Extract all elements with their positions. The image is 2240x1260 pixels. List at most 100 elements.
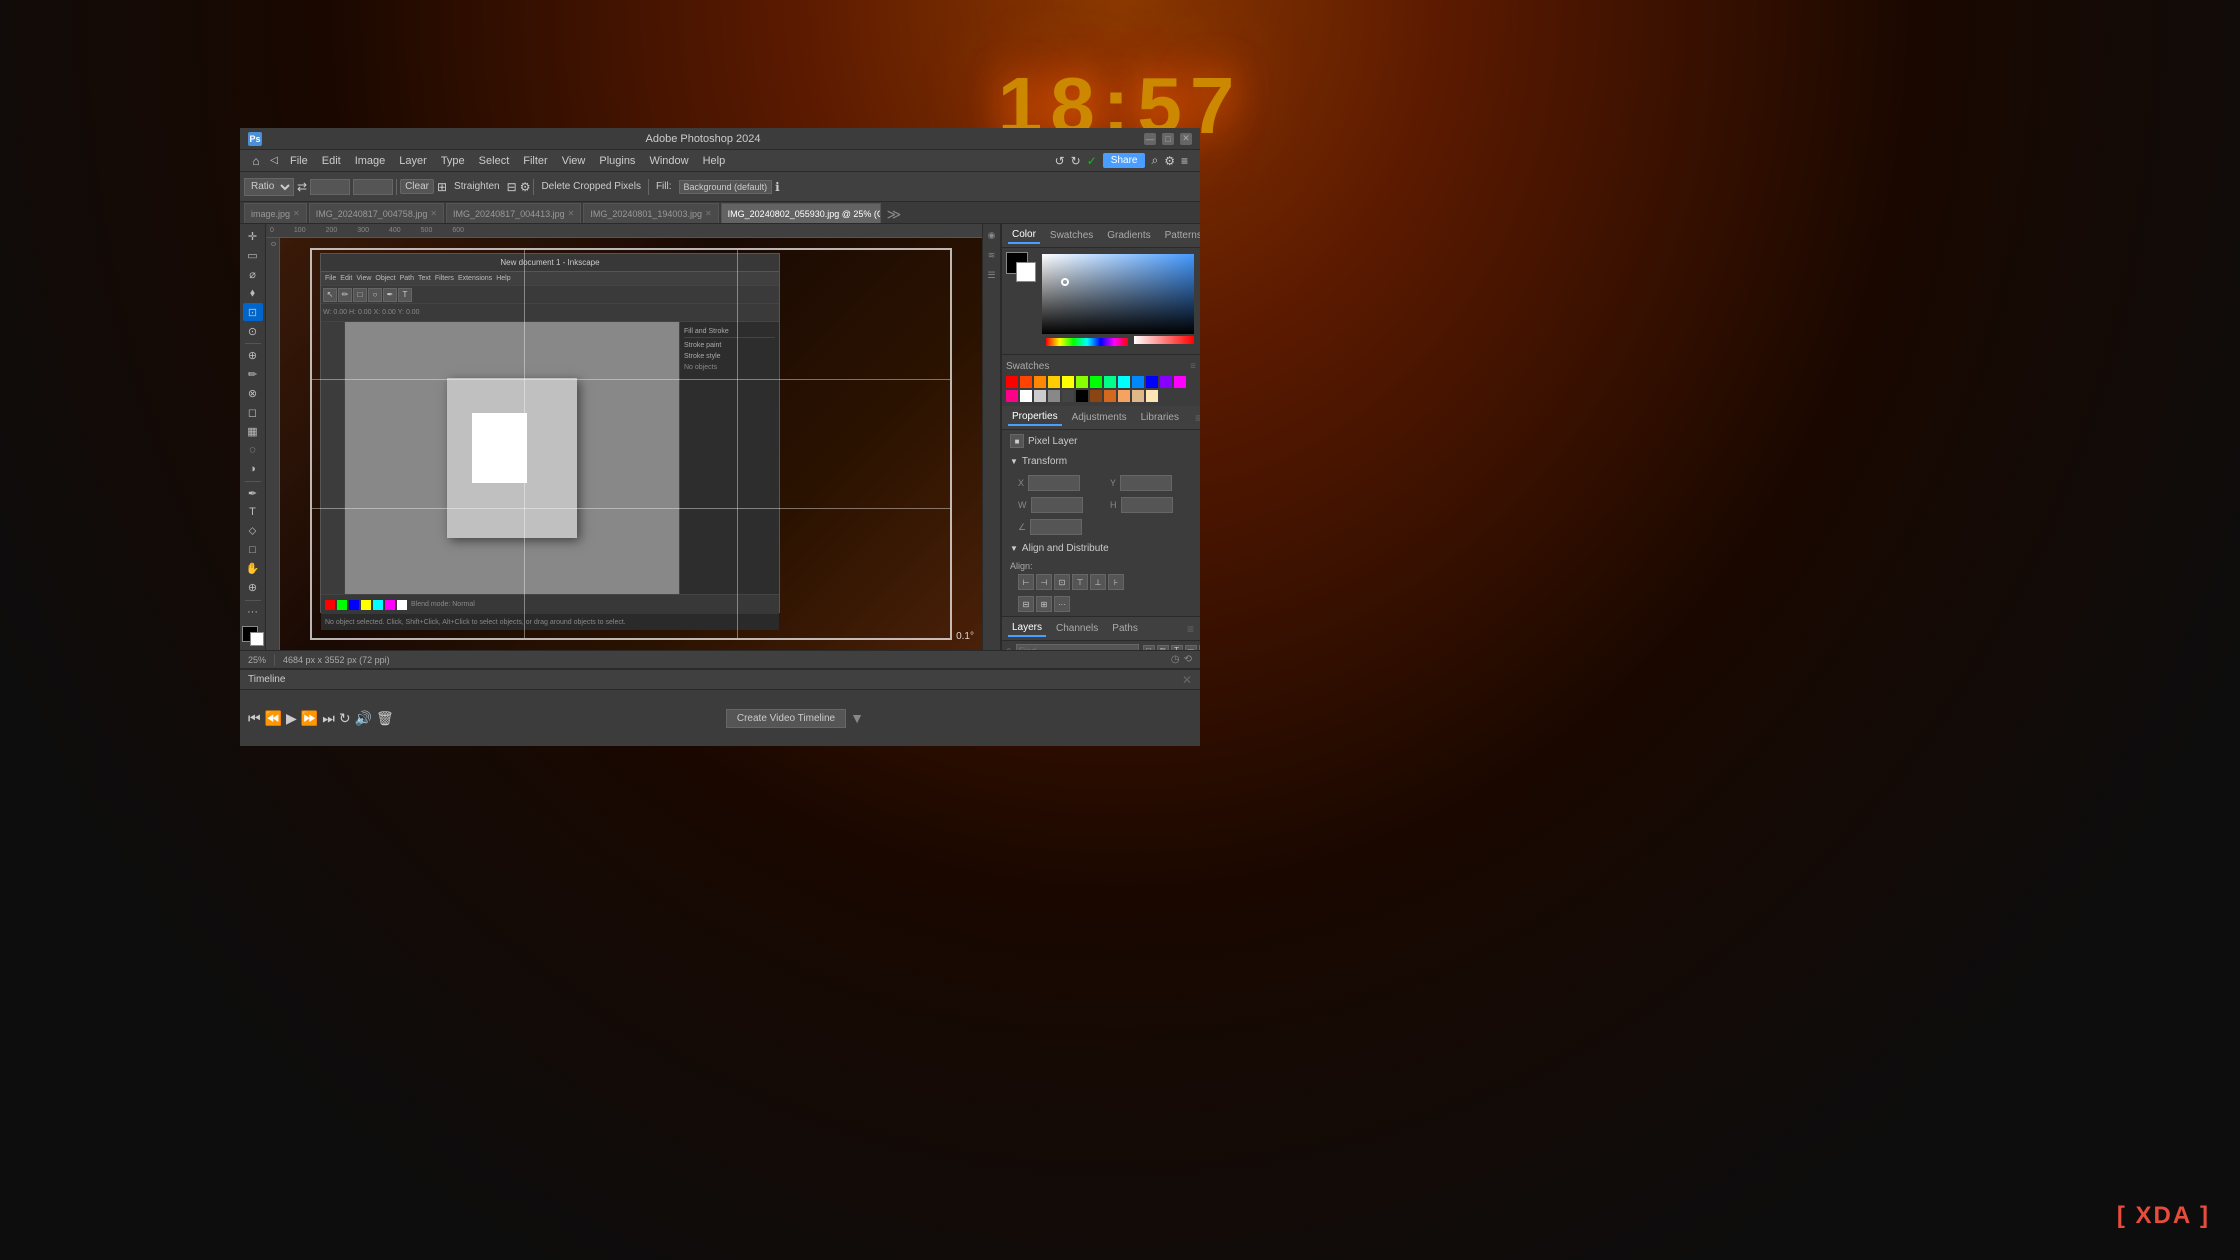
- adjustments-tab[interactable]: Adjustments: [1068, 410, 1131, 425]
- search-icon[interactable]: ⌕: [1151, 153, 1158, 168]
- dist-h[interactable]: ⊟: [1018, 596, 1034, 612]
- dist-v[interactable]: ⊞: [1036, 596, 1052, 612]
- tabs-overflow[interactable]: ≫: [883, 206, 906, 223]
- eraser-tool[interactable]: ◻: [243, 403, 263, 421]
- background-color[interactable]: [250, 632, 264, 646]
- tl-next[interactable]: ⏩: [301, 710, 318, 727]
- swatch-00FF88[interactable]: [1104, 376, 1116, 388]
- create-arrow-icon[interactable]: ▼: [850, 710, 864, 726]
- ratio-w-input[interactable]: [310, 179, 350, 195]
- swatch-88FF00[interactable]: [1076, 376, 1088, 388]
- swatch-00FFFF[interactable]: [1118, 376, 1130, 388]
- paths-tab[interactable]: Paths: [1108, 621, 1142, 636]
- tl-end[interactable]: ⏭: [322, 710, 335, 727]
- tl-delete[interactable]: 🗑: [376, 710, 394, 727]
- menu-type[interactable]: Type: [435, 153, 471, 169]
- more-tools[interactable]: ···: [243, 603, 263, 621]
- magic-wand-tool[interactable]: ⬧: [243, 284, 263, 302]
- menu-image[interactable]: Image: [349, 153, 392, 169]
- more-icon[interactable]: ≡: [1181, 154, 1188, 168]
- layers-tab[interactable]: Layers: [1008, 620, 1046, 637]
- align-center-v[interactable]: ⊥: [1090, 574, 1106, 590]
- crop-tool[interactable]: ⊡: [243, 303, 263, 321]
- swatch-FF4400[interactable]: [1020, 376, 1032, 388]
- tl-play[interactable]: ▶: [286, 710, 297, 727]
- swatch-D2691E[interactable]: [1104, 390, 1116, 402]
- swatch-8B4513[interactable]: [1090, 390, 1102, 402]
- fg-bg-color-area[interactable]: [1006, 252, 1036, 282]
- swatch-FF0000[interactable]: [1006, 376, 1018, 388]
- tab-close-1[interactable]: ✕: [430, 209, 437, 218]
- swatch-FF0088[interactable]: [1006, 390, 1018, 402]
- home-icon[interactable]: ⌂: [248, 153, 264, 169]
- timeline-close[interactable]: ✕: [1182, 673, 1192, 687]
- align-center-h[interactable]: ⊣: [1036, 574, 1052, 590]
- path-select-tool[interactable]: ⬦: [243, 522, 263, 540]
- tab-img1[interactable]: IMG_20240817_004758.jpg ✕: [309, 203, 444, 223]
- menu-window[interactable]: Window: [643, 153, 694, 169]
- tab-image-jpg[interactable]: image.jpg ✕: [244, 203, 307, 223]
- patterns-tab[interactable]: Patterns: [1161, 228, 1200, 243]
- main-canvas[interactable]: New document 1 - Inkscape File Edit View…: [280, 238, 982, 650]
- w-input[interactable]: [1031, 497, 1083, 513]
- align-section-header[interactable]: ▼ Align and Distribute: [1002, 539, 1200, 558]
- zoom-tool[interactable]: ⊕: [243, 579, 263, 597]
- undo-icon[interactable]: ↺: [1055, 154, 1065, 168]
- check-icon[interactable]: ✓: [1087, 154, 1097, 168]
- settings-icon[interactable]: ⚙: [1164, 154, 1175, 168]
- create-timeline-button[interactable]: Create Video Timeline: [726, 709, 846, 728]
- lasso-tool[interactable]: ⌀: [243, 266, 263, 284]
- dist-more[interactable]: ···: [1054, 596, 1070, 612]
- swatch-DEB887[interactable]: [1132, 390, 1144, 402]
- swatch-00FF00[interactable]: [1090, 376, 1102, 388]
- swatch-F4A460[interactable]: [1118, 390, 1130, 402]
- tab-close-2[interactable]: ✕: [568, 209, 575, 218]
- color-picker-dot[interactable]: [1061, 278, 1069, 286]
- pen-tool[interactable]: ✒: [243, 485, 263, 503]
- close-button[interactable]: ✕: [1180, 133, 1192, 145]
- libraries-tab[interactable]: Libraries: [1137, 410, 1183, 425]
- gradients-tab[interactable]: Gradients: [1103, 228, 1154, 243]
- maximize-button[interactable]: □: [1162, 133, 1174, 145]
- swatch-FFE4B5[interactable]: [1146, 390, 1158, 402]
- swatch-0088FF[interactable]: [1132, 376, 1144, 388]
- fill-select[interactable]: Background (default): [679, 180, 773, 194]
- h-input[interactable]: [1121, 497, 1173, 513]
- tl-start[interactable]: ⏮: [248, 710, 261, 727]
- move-tool[interactable]: ✛: [243, 228, 263, 246]
- menu-edit[interactable]: Edit: [316, 153, 347, 169]
- layers-menu-icon[interactable]: ≡: [1187, 622, 1194, 636]
- gradient-tool[interactable]: ▦: [243, 422, 263, 440]
- swatch-000000[interactable]: [1076, 390, 1088, 402]
- swatch-FFCC00[interactable]: [1048, 376, 1060, 388]
- eyedropper-tool[interactable]: ⊙: [243, 322, 263, 340]
- fg-bg-color-picker[interactable]: [242, 626, 264, 646]
- adjust-icon[interactable]: ≋: [985, 248, 999, 262]
- swatch-CCCCCC[interactable]: [1034, 390, 1046, 402]
- type-tool[interactable]: T: [243, 503, 263, 521]
- msg-icon[interactable]: ☰: [985, 268, 999, 282]
- align-top[interactable]: ⊤: [1072, 574, 1088, 590]
- sat-bar[interactable]: [1134, 336, 1194, 344]
- hue-bar[interactable]: [1046, 338, 1128, 346]
- menu-view[interactable]: View: [556, 153, 592, 169]
- tl-loop[interactable]: ↻: [339, 710, 351, 727]
- tl-audio[interactable]: 🔊: [355, 710, 372, 727]
- brush-tool[interactable]: ✏: [243, 366, 263, 384]
- info-icon[interactable]: ℹ: [775, 180, 780, 194]
- bg-color-box[interactable]: [1016, 262, 1036, 282]
- tl-prev[interactable]: ⏪: [265, 710, 282, 727]
- redo-icon[interactable]: ↻: [1071, 154, 1081, 168]
- menu-help[interactable]: Help: [697, 153, 732, 169]
- angle-input[interactable]: [1030, 519, 1082, 535]
- ratio-select[interactable]: Ratio: [244, 178, 294, 196]
- swap-icon[interactable]: ⇄: [297, 180, 307, 194]
- swatches-menu[interactable]: ≡: [1190, 361, 1196, 372]
- align-right[interactable]: ⊡: [1054, 574, 1070, 590]
- back-icon[interactable]: ◁: [266, 153, 282, 169]
- straighten-button[interactable]: Straighten: [450, 180, 504, 193]
- swatch-8800FF[interactable]: [1160, 376, 1172, 388]
- blur-tool[interactable]: ◌: [243, 441, 263, 459]
- ratio-h-input[interactable]: [353, 179, 393, 195]
- tab-close-0[interactable]: ✕: [293, 209, 300, 218]
